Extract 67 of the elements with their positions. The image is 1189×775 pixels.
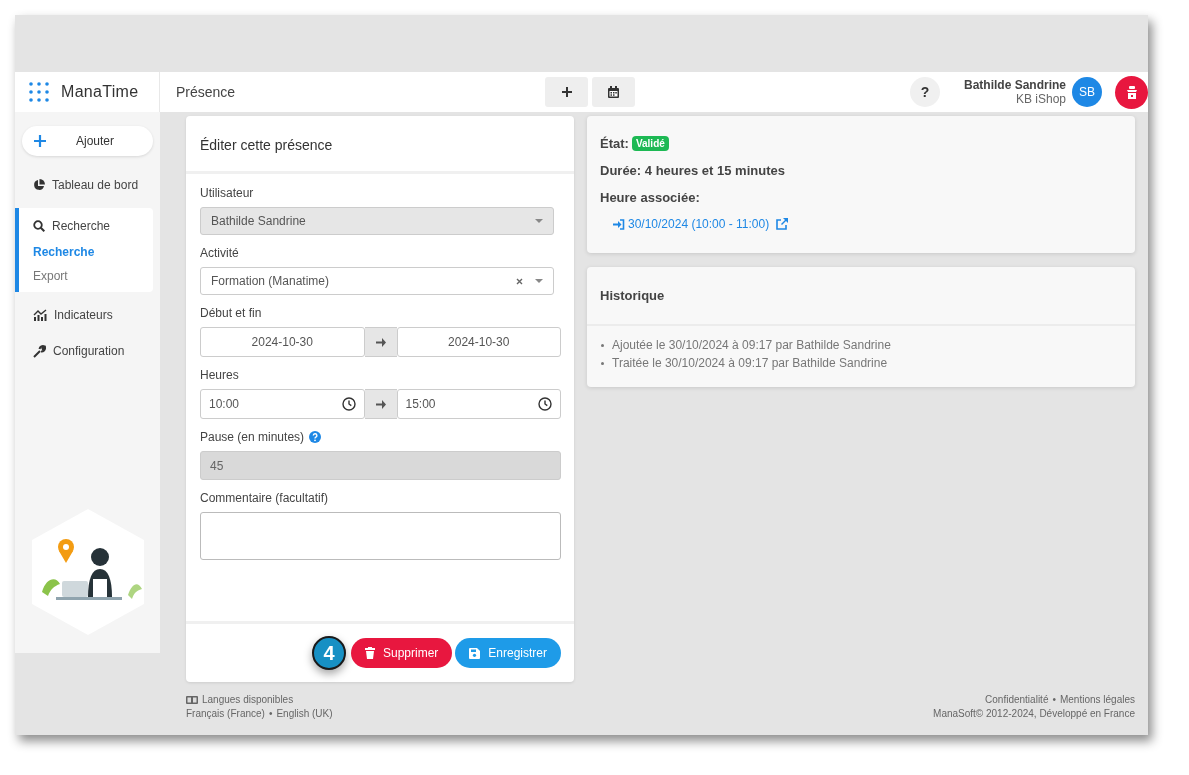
sub-nav-item[interactable]: Recherche — [19, 244, 153, 260]
input-field[interactable]: 2024-10-30 — [396, 327, 561, 357]
state-label: État: — [600, 136, 629, 151]
language-link[interactable]: Français (France) — [186, 708, 265, 719]
clear-icon[interactable] — [516, 277, 523, 285]
search-icon — [33, 220, 45, 232]
duration-text: Durée: 4 heures et 15 minutes — [600, 163, 785, 178]
languages-title: Langues disponibles — [202, 694, 294, 705]
grid-dots-icon[interactable] — [29, 82, 49, 102]
arrow-right-icon — [375, 399, 386, 409]
field-label: Début et fin — [200, 306, 262, 320]
add-icon-button[interactable] — [545, 77, 588, 107]
nav-item[interactable]: Configuration — [15, 341, 160, 361]
language-icon — [186, 695, 198, 704]
history-entry: Traitée le 30/10/2024 à 09:17 par Bathilde Sandrine — [612, 356, 888, 370]
input-field[interactable]: 15:00 — [396, 389, 561, 419]
step-badge: 4 — [311, 636, 346, 670]
pie-chart-icon — [33, 179, 45, 191]
delete-button[interactable]: Supprimer — [350, 638, 453, 668]
sub-nav-item[interactable]: Export — [19, 268, 153, 284]
nav-item[interactable]: Indicateurs — [15, 305, 160, 325]
comment-field[interactable] — [200, 512, 561, 560]
wrench-icon — [33, 344, 46, 358]
external-link-icon[interactable] — [776, 218, 789, 230]
history-entry: Ajoutée le 30/10/2024 à 09:17 par Bathilde Sandrine — [612, 338, 891, 352]
form-title: Éditer cette présence — [200, 137, 333, 153]
store-icon — [1125, 85, 1138, 99]
clock-icon — [538, 397, 552, 411]
field-label: Pause (en minutes) — [200, 430, 305, 444]
sign-in-icon — [613, 218, 625, 230]
add-button[interactable]: Ajouter — [22, 126, 153, 156]
trash-icon — [364, 647, 375, 659]
field-label: Utilisateur — [200, 186, 254, 200]
arrow-right-icon — [375, 337, 386, 347]
associated-hour-link[interactable]: 30/10/2024 (10:00 - 11:00) — [628, 217, 770, 231]
nav-item[interactable]: Tableau de bord — [15, 175, 160, 195]
separator-dot: • — [1052, 694, 1056, 705]
field-label: Commentaire (facultatif) — [200, 491, 329, 505]
status-badge: Validé — [631, 136, 669, 151]
plus-icon — [560, 86, 573, 98]
store-icon-button[interactable] — [1115, 75, 1148, 109]
user-name: Bathilde Sandrine — [963, 78, 1066, 92]
footer-link[interactable]: Confidentialité — [985, 694, 1049, 705]
calendar-icon — [608, 86, 619, 98]
caret-icon — [535, 219, 543, 223]
select-field[interactable]: Formation (Manatime) — [200, 267, 554, 295]
page-title: Présence — [176, 84, 236, 100]
input-field[interactable]: 10:00 — [200, 389, 365, 419]
input-field[interactable]: 2024-10-30 — [200, 327, 365, 357]
help-button[interactable]: ? — [909, 77, 940, 107]
copyright-text: ManaSoft© 2012-2024, Développé en France — [933, 708, 1135, 719]
plus-icon — [34, 135, 46, 147]
bar-chart-icon — [33, 309, 47, 321]
caret-icon — [535, 279, 543, 283]
footer-link[interactable]: Mentions légales — [1059, 694, 1135, 705]
calendar-icon-button[interactable] — [592, 77, 635, 107]
nav-item[interactable]: Recherche — [19, 216, 153, 236]
associated-label: Heure associée: — [600, 190, 700, 205]
user-avatar[interactable]: SB — [1072, 77, 1102, 107]
app-name: ManaTime — [61, 83, 139, 101]
separator-dot: • — [268, 708, 273, 719]
field-label: Heures — [200, 368, 239, 382]
language-link[interactable]: English (UK) — [276, 708, 333, 719]
field-label: Activité — [200, 246, 239, 260]
clock-icon — [341, 397, 356, 411]
company-name: KB iShop — [1015, 92, 1066, 106]
history-title: Historique — [600, 288, 665, 303]
